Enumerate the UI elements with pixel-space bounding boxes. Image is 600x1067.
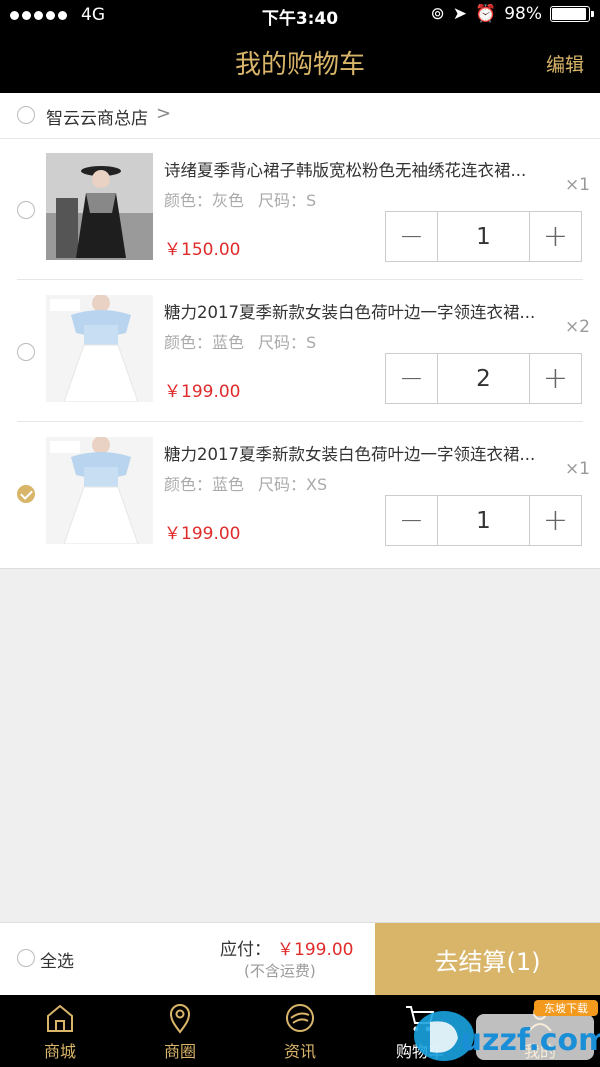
quantity-stepper: − 1 + [385,211,582,262]
product-title[interactable]: 糖力2017夏季新款女装白色荷叶边一字领连衣裙... [164,441,554,465]
tab-business-circle[interactable]: 商圈 [120,995,240,1067]
quantity-value[interactable]: 1 [437,496,530,545]
home-icon [47,1004,73,1032]
payable-label: 应付： [220,940,271,960]
status-bar: 4G 下午3:40 ⊚ ➤ ⏰ 98% [0,0,600,30]
quantity-stepper: − 1 + [385,495,582,546]
item-select-checkbox[interactable] [17,201,35,219]
product-spec: 颜色：灰色 尺码：S [164,187,330,211]
product-color: 颜色：灰色 [164,191,245,210]
quantity-tag: ×2 [564,317,590,337]
store-select-checkbox[interactable] [17,106,35,124]
tab-mall[interactable]: 商城 [0,995,120,1067]
product-price: ￥150.00 [164,240,241,260]
decrease-button[interactable]: − [386,354,437,403]
product-size: 尺码：XS [258,475,328,494]
divider [17,421,583,422]
increase-button[interactable]: + [530,496,581,545]
quantity-tag: ×1 [564,459,590,479]
svg-text:东坡下载: 东坡下载 [544,1002,588,1015]
store-name: 智云云商总店 [46,109,148,129]
decrease-button[interactable]: − [386,212,437,261]
payable-amount: ￥199.00 [277,940,354,960]
cart-item: 糖力2017夏季新款女装白色荷叶边一字领连衣裙... ×1 颜色：蓝色 尺码：XS… [0,423,600,564]
location-arrow-icon: ➤ [452,4,468,24]
divider [17,279,583,280]
tab-label: 商圈 [163,1042,196,1061]
item-select-checkbox[interactable] [17,343,35,361]
product-price: ￥199.00 [164,382,241,402]
product-title[interactable]: 诗绪夏季背心裙子韩版宽松粉色无袖绣花连衣裙... [164,157,554,181]
store-row[interactable]: 智云云商总店 > [0,93,600,139]
quantity-value[interactable]: 1 [437,212,530,261]
item-select-checkbox-checked[interactable] [17,485,35,503]
tab-news[interactable]: 资讯 [240,995,360,1067]
alarm-icon: ⏰ [475,4,497,24]
product-spec: 颜色：蓝色 尺码：XS [164,471,341,495]
product-color: 颜色：蓝色 [164,333,245,352]
product-size: 尺码：S [258,191,317,210]
product-spec: 颜色：蓝色 尺码：S [164,329,330,353]
product-price: ￥199.00 [164,524,241,544]
cart-item: 糖力2017夏季新款女装白色荷叶边一字领连衣裙... ×2 颜色：蓝色 尺码：S … [0,281,600,422]
payable-line: 应付： ￥199.00 [220,935,353,960]
news-icon [286,1004,314,1032]
select-all-label[interactable]: 全选 [40,947,74,972]
checkout-button[interactable]: 去结算(1) [375,923,600,996]
cart-item: 诗绪夏季背心裙子韩版宽松粉色无袖绣花连衣裙... ×1 颜色：灰色 尺码：S ￥1… [0,139,600,280]
edit-button[interactable]: 编辑 [546,50,584,77]
shipping-note: (不含运费) [244,962,316,980]
product-image[interactable] [46,295,153,402]
battery-percent: 98% [504,4,542,24]
quantity-tag: ×1 [564,175,590,195]
checkout-bar: 全选 应付： ￥199.00 (不含运费) 去结算(1) [0,922,600,996]
tab-label: 资讯 [283,1042,316,1061]
product-image[interactable] [46,153,153,260]
tab-label: 商城 [43,1042,76,1061]
header: 我的购物车 编辑 [0,30,600,93]
quantity-value[interactable]: 2 [437,354,530,403]
svg-text:uzzf.com: uzzf.com [461,1023,600,1058]
increase-button[interactable]: + [530,212,581,261]
rotation-lock-icon: ⊚ [430,4,445,24]
page-title: 我的购物车 [234,50,365,80]
watermark-logo: uzzf.com 东坡下载 [414,1000,600,1061]
increase-button[interactable]: + [530,354,581,403]
product-title[interactable]: 糖力2017夏季新款女装白色荷叶边一字领连衣裙... [164,299,554,323]
decrease-button[interactable]: − [386,496,437,545]
chevron-right-icon: > [156,103,172,124]
product-size: 尺码：S [258,333,317,352]
location-pin-icon [169,1004,191,1034]
product-image[interactable] [46,437,153,544]
select-all-checkbox[interactable] [17,949,35,967]
quantity-stepper: − 2 + [385,353,582,404]
battery-icon [550,6,594,22]
cart-list: 智云云商总店 > 诗绪夏季背心裙子韩版宽松粉色无袖绣花连衣裙... ×1 颜色：… [0,93,600,569]
product-color: 颜色：蓝色 [164,475,245,494]
